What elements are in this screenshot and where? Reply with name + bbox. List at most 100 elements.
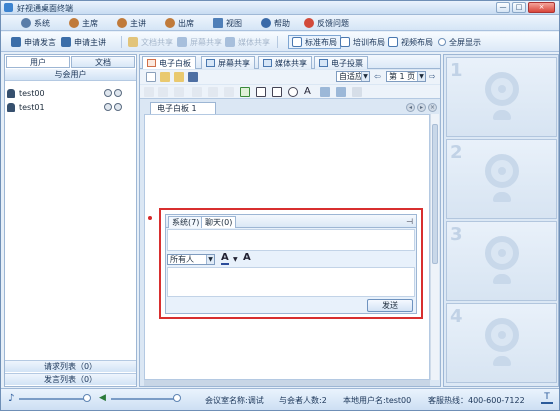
zoom-select[interactable]: 自适应 ▼: [336, 71, 370, 82]
next-tab-icon[interactable]: ▸: [417, 103, 426, 112]
tab-whiteboard-1[interactable]: 电子白板 1: [150, 102, 216, 114]
close-tab-icon[interactable]: ×: [428, 103, 437, 112]
menu-system[interactable]: 系统: [21, 17, 50, 29]
close-button[interactable]: ×: [528, 2, 555, 13]
training-layout-button[interactable]: 培训布局: [340, 36, 385, 48]
request-speak-button[interactable]: 申请发言: [11, 36, 56, 48]
request-presenter-button[interactable]: 申请主讲: [61, 36, 106, 48]
menu-label: 系统: [34, 18, 50, 28]
pointer-dot: [148, 216, 152, 220]
speaker-volume-slider[interactable]: [111, 398, 179, 400]
video-layout-button[interactable]: 视频布局: [388, 36, 433, 48]
vote-icon: [319, 59, 328, 67]
font-color-icon[interactable]: A: [221, 253, 229, 265]
menu-presenter[interactable]: 主讲: [117, 17, 146, 29]
new-file-icon[interactable]: [146, 72, 156, 82]
doc-share-button[interactable]: 文档共享: [128, 36, 173, 48]
pin-icon[interactable]: ⊣: [406, 217, 413, 226]
cursor-icon[interactable]: [144, 87, 154, 97]
video-slot[interactable]: 2: [446, 139, 557, 219]
vertical-scrollbar[interactable]: [430, 114, 439, 380]
horizontal-scrollbar[interactable]: [144, 380, 430, 386]
request-list-bar[interactable]: 请求列表（0）: [5, 360, 136, 372]
line-icon[interactable]: [192, 87, 202, 97]
hand-icon[interactable]: [158, 87, 168, 97]
screen-share-button[interactable]: 屏幕共享: [177, 36, 222, 48]
highlighter-icon[interactable]: [240, 87, 250, 97]
speaker-icon[interactable]: ◀: [99, 393, 106, 403]
recipient-select[interactable]: 所有人 ▼: [167, 254, 215, 265]
participant-count: 与会者人数:2: [279, 396, 327, 405]
layout-icon: [388, 37, 398, 47]
menu-feedback[interactable]: 反馈问题: [304, 17, 349, 29]
user-row[interactable]: test00: [7, 87, 134, 99]
page-select[interactable]: 第 1 页 ▼: [386, 71, 426, 82]
tab-media-share[interactable]: 媒体共享: [258, 56, 312, 69]
button-label: 培训布局: [353, 37, 385, 47]
rounded-rectangle-icon[interactable]: [272, 87, 282, 97]
tab-system-messages[interactable]: 系统(7): [168, 216, 204, 228]
standard-layout-button[interactable]: 标准布局: [288, 35, 341, 49]
arrow-right-icon[interactable]: ⇨: [429, 73, 438, 81]
minimize-button[interactable]: —: [496, 2, 510, 13]
headset-icon: [114, 103, 122, 111]
save-icon[interactable]: [188, 72, 198, 82]
speak-icon: [11, 37, 21, 47]
menu-view[interactable]: 视图: [213, 17, 242, 29]
arrow-line-icon[interactable]: [208, 87, 218, 97]
font-style-icon[interactable]: A: [243, 253, 251, 263]
fullscreen-option[interactable]: 全屏显示: [438, 36, 481, 48]
video-slot[interactable]: 3: [446, 221, 557, 301]
tab-users[interactable]: 用户: [6, 56, 70, 68]
menu-help[interactable]: 帮助: [261, 17, 290, 29]
open-folder-icon[interactable]: [160, 72, 170, 82]
user-name: test01: [19, 102, 45, 112]
pen-icon[interactable]: [224, 87, 234, 97]
file-toolbar: 自适应 ▼ ⇦ 第 1 页 ▼ ⇨: [140, 70, 440, 84]
tab-whiteboard[interactable]: 电子白板: [142, 56, 196, 69]
whiteboard-canvas[interactable]: 系统(7) 聊天(0) ⊣ 所有人 ▼ A ▼ A 发送: [144, 114, 430, 380]
button-label: 全屏显示: [449, 37, 481, 47]
speaker-volume-knob[interactable]: [173, 394, 181, 402]
menu-attend[interactable]: 出席: [165, 17, 194, 29]
video-slot[interactable]: 4: [446, 303, 557, 383]
scroll-thumb[interactable]: [432, 124, 438, 264]
rectangle-icon[interactable]: [256, 87, 266, 97]
send-button[interactable]: 发送: [367, 299, 413, 312]
text-tool-icon[interactable]: A: [304, 87, 314, 97]
camera-icon: [104, 89, 112, 97]
eraser-icon[interactable]: [174, 87, 184, 97]
microphone-icon[interactable]: ♪: [8, 393, 14, 404]
mic-volume-slider[interactable]: [19, 398, 89, 400]
image-icon[interactable]: [320, 87, 330, 97]
document-tabs: 电子白板 1 ◂ ▸ ×: [140, 100, 440, 114]
layout-icon: [340, 37, 350, 47]
speak-list-bar[interactable]: 发言列表（0）: [5, 373, 136, 385]
menu-chair[interactable]: 主席: [69, 17, 98, 29]
clear-icon[interactable]: [352, 87, 362, 97]
chat-input[interactable]: [167, 267, 415, 297]
webcam-icon: [485, 72, 519, 106]
tab-screen-share[interactable]: 屏幕共享: [201, 56, 255, 69]
arrow-left-icon[interactable]: ⇦: [374, 73, 383, 81]
video-slot[interactable]: 1: [446, 57, 557, 137]
whiteboard-icon: [147, 59, 156, 67]
maximize-button[interactable]: □: [512, 2, 526, 13]
user-row[interactable]: test01: [7, 101, 134, 113]
chevron-down-icon[interactable]: ▼: [233, 256, 238, 263]
signal-icon: T: [541, 392, 553, 404]
screenshot-icon[interactable]: [336, 87, 346, 97]
chevron-down-icon: ▼: [206, 255, 214, 264]
open-folder-icon[interactable]: [174, 72, 184, 82]
user-avatar-icon: [7, 88, 15, 98]
help-icon: [261, 18, 271, 28]
tab-chat[interactable]: 聊天(0): [201, 216, 237, 228]
menu-label: 帮助: [274, 18, 290, 28]
chat-tabs: 系统(7) 聊天(0) ⊣: [166, 215, 416, 228]
tab-vote[interactable]: 电子投票: [314, 56, 368, 69]
mic-volume-knob[interactable]: [83, 394, 91, 402]
ellipse-icon[interactable]: [288, 87, 298, 97]
tab-documents[interactable]: 文档: [71, 56, 135, 68]
media-share-button[interactable]: 媒体共享: [225, 36, 270, 48]
prev-tab-icon[interactable]: ◂: [406, 103, 415, 112]
